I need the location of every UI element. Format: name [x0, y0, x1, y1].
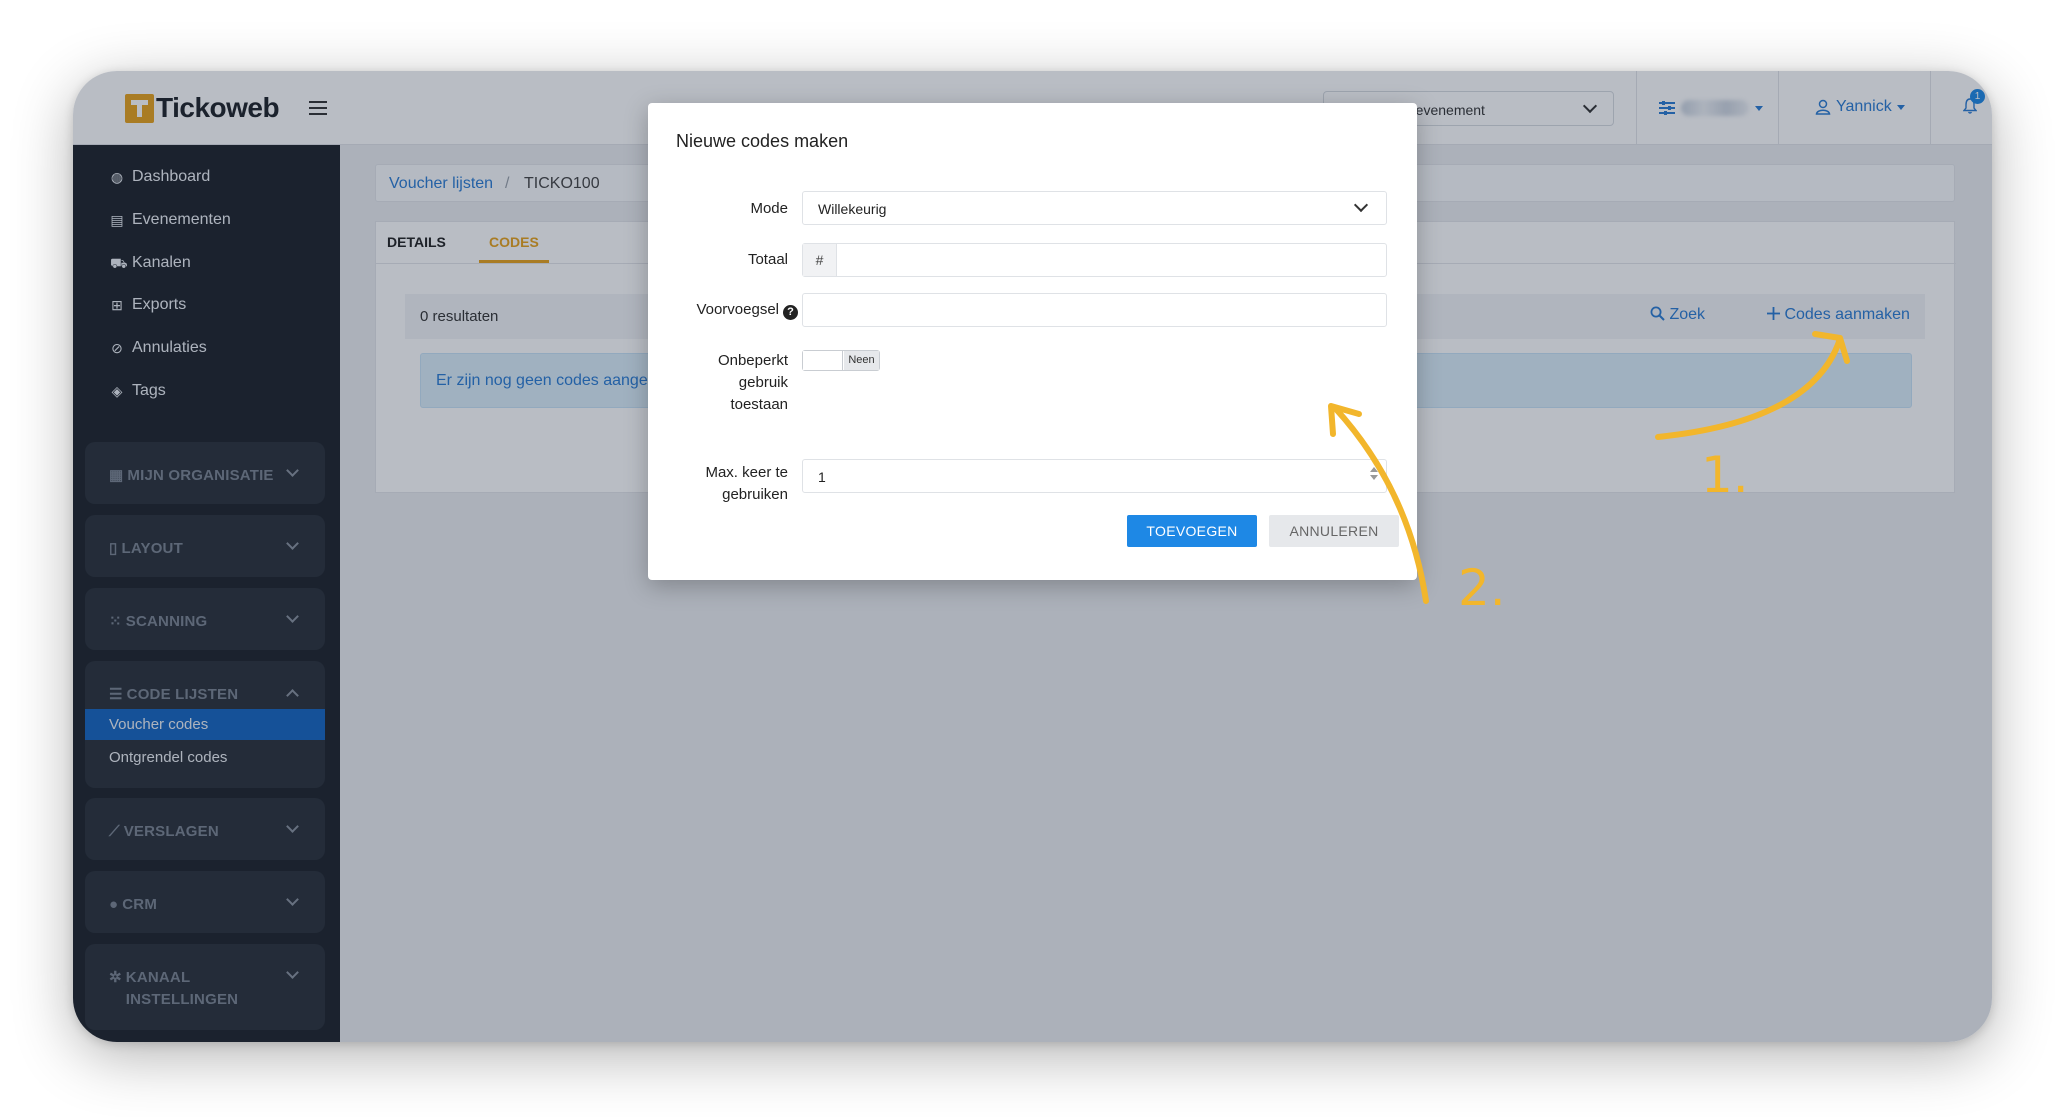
arrow-2-icon — [1332, 405, 1429, 604]
app-window: Tickoweb n evenement Yannick 1 ◍ Dashboa… — [73, 71, 1992, 1042]
annotation-step-2: 2. — [1458, 559, 1506, 617]
arrow-1-icon — [1655, 336, 1843, 440]
annotation-arrows — [1328, 331, 1850, 604]
annotation-step-1: 1. — [1701, 446, 1749, 504]
